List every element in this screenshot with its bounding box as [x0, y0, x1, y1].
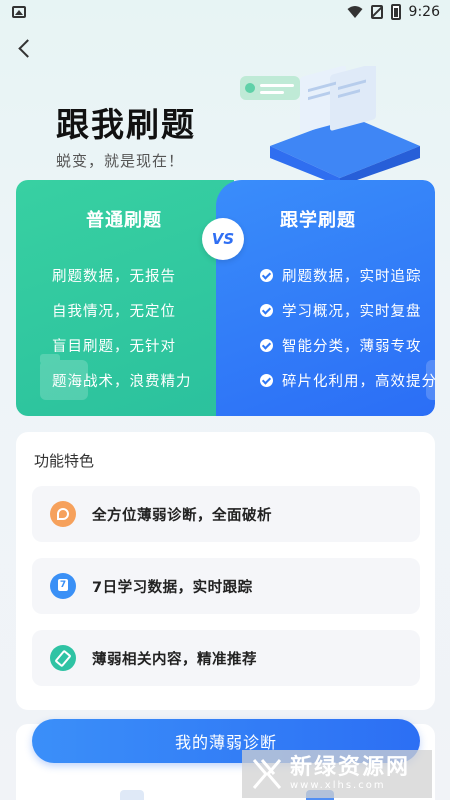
hero-illustration [240, 66, 420, 186]
compare-right-panel: 跟学刷题 刷题数据，实时追踪 学习概况，实时复盘 智能分类，薄弱专攻 碎片化利用… [216, 180, 435, 416]
list-item: 学习概况，实时复盘 [260, 293, 435, 328]
check-circle-icon [260, 374, 273, 387]
feature-label: 全方位薄弱诊断，全面破析 [92, 507, 272, 524]
list-item: 刷题数据，无报告 [52, 269, 176, 285]
features-card: 功能特色 全方位薄弱诊断，全面破析 7日学习数据，实时跟踪 薄弱相关内容，精准推… [16, 432, 435, 710]
list-item: 智能分类，薄弱专攻 [260, 328, 435, 363]
status-bar: 9:26 [0, 0, 450, 26]
features-title: 功能特色 [34, 452, 95, 470]
wifi-icon [347, 6, 363, 18]
feature-label: 7日学习数据，实时跟踪 [92, 579, 253, 596]
watermark-cn: 新绿资源网 [290, 755, 411, 780]
feature-item-weekly-data[interactable]: 7日学习数据，实时跟踪 [32, 558, 420, 614]
back-button[interactable] [16, 38, 36, 60]
watermark-logo-icon [252, 759, 282, 789]
feature-label: 薄弱相关内容，精准推荐 [92, 651, 257, 668]
status-right: 9:26 [347, 4, 440, 20]
feature-item-recommend[interactable]: 薄弱相关内容，精准推荐 [32, 630, 420, 686]
hero-title: 跟我刷题 [56, 105, 196, 144]
calendar-icon [50, 573, 76, 599]
watermark: 新绿资源网 www.xlhs.com [242, 750, 432, 798]
compare-left-panel: 普通刷题 刷题数据，无报告 自我情况，无定位 盲目刷题，无针对 题海战术，浪费精… [16, 180, 234, 416]
next-card-image [120, 790, 144, 800]
folder-deco-icon [426, 360, 435, 400]
status-time: 9:26 [408, 4, 440, 20]
edit-icon [50, 645, 76, 671]
check-circle-icon [260, 304, 273, 317]
list-item: 刷题数据，实时追踪 [260, 258, 435, 293]
list-item: 自我情况，无定位 [52, 304, 176, 320]
hero-subtitle: 蜕变，就是现在！ [56, 152, 185, 170]
app-page: 9:26 跟我刷题 蜕变，就是现在！ 普通刷题 刷题数据，无报告 自我情况，无定… [0, 0, 450, 800]
no-sim-icon [370, 5, 383, 19]
watermark-en: www.xlhs.com [290, 780, 386, 791]
compare-right-list: 刷题数据，实时追踪 学习概况，实时复盘 智能分类，薄弱专攻 碎片化利用，高效提分 [260, 258, 435, 398]
compare-card: 普通刷题 刷题数据，无报告 自我情况，无定位 盲目刷题，无针对 题海战术，浪费精… [16, 180, 435, 416]
compare-left-title: 普通刷题 [86, 210, 162, 231]
check-circle-icon [260, 269, 273, 282]
check-circle-icon [260, 339, 273, 352]
list-item: 碎片化利用，高效提分 [260, 363, 435, 398]
image-notification-icon [12, 6, 26, 18]
vs-badge: VS [202, 218, 244, 260]
battery-icon [390, 4, 401, 20]
folder-deco-icon [40, 354, 88, 400]
feature-item-diagnosis[interactable]: 全方位薄弱诊断，全面破析 [32, 486, 420, 542]
compare-right-title: 跟学刷题 [280, 210, 356, 231]
watermark-text: 新绿资源网 www.xlhs.com [290, 756, 410, 792]
diagnosis-icon [50, 501, 76, 527]
